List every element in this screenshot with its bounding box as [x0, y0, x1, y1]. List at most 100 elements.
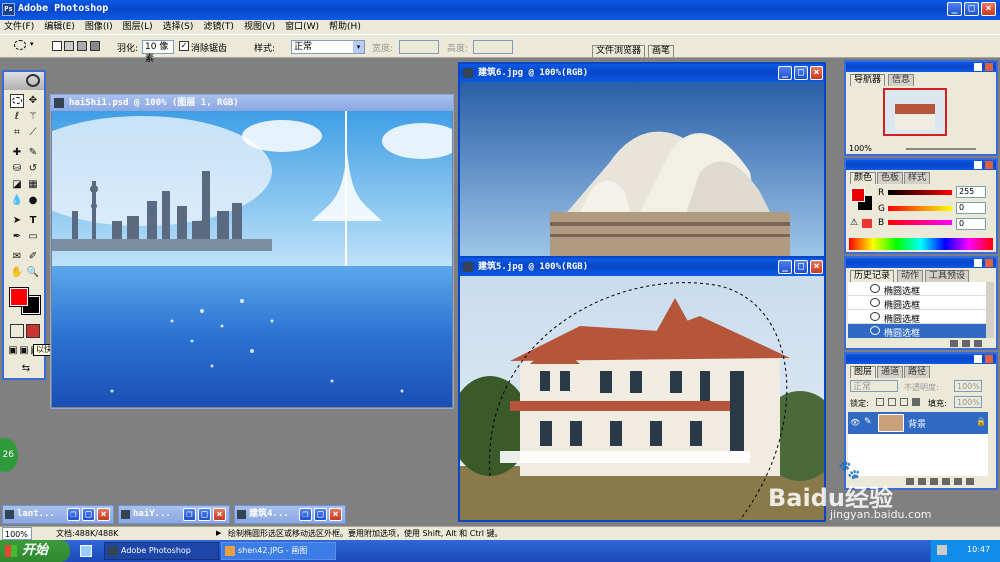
lock-move-icon[interactable] — [900, 398, 908, 406]
maximize-button[interactable]: □ — [964, 2, 979, 16]
standard-mode-icon[interactable] — [10, 324, 24, 338]
document-haishi-titlebar[interactable]: haiShi1.psd @ 100% (图层 1, RGB) — [51, 95, 453, 111]
document-jianzhu6-titlebar[interactable]: 建筑6.jpg @ 100%(RGB) _ □ × — [460, 64, 824, 82]
tab-paths[interactable]: 路径 — [904, 366, 931, 378]
antialias-checkbox[interactable]: ✓ — [179, 41, 189, 51]
menu-view[interactable]: 视图(V) — [244, 22, 275, 32]
maximize-button[interactable]: □ — [198, 508, 211, 521]
r-input[interactable]: 255 — [956, 186, 986, 198]
lasso-tool-icon[interactable]: ℓ — [10, 110, 24, 124]
document-jianzhu5-titlebar[interactable]: 建筑5.jpg @ 100%(RGB) _ □ × — [460, 258, 824, 276]
history-brush-icon[interactable]: ↺ — [26, 162, 40, 176]
shape-tool-icon[interactable]: ▭ — [26, 230, 40, 244]
slice-tool-icon[interactable]: ⟋ — [26, 126, 40, 140]
dodge-tool-icon[interactable]: ● — [26, 194, 40, 208]
navigator-zoom[interactable]: 100% — [849, 144, 872, 153]
restore-button[interactable]: ❐ — [67, 508, 80, 521]
minimized-doc-3[interactable]: 建筑4... ❐ □ × — [234, 505, 346, 524]
notes-tool-icon[interactable]: ✉ — [10, 250, 24, 264]
move-tool-icon[interactable]: ✥ — [26, 94, 40, 108]
tab-file-browser[interactable]: 文件浏览器 — [592, 45, 646, 57]
restore-button[interactable]: ❐ — [183, 508, 196, 521]
trash-icon[interactable] — [974, 340, 982, 347]
lock-all-icon[interactable] — [912, 398, 920, 406]
panel-close-icon[interactable] — [985, 259, 993, 267]
maximize-button[interactable]: □ — [82, 508, 95, 521]
menu-layer[interactable]: 图层(L) — [123, 22, 153, 32]
doc-close-button[interactable]: × — [810, 260, 823, 274]
gradient-tool-icon[interactable]: ▦ — [26, 178, 40, 192]
subtract-selection-icon[interactable] — [77, 41, 87, 51]
lock-paint-icon[interactable] — [888, 398, 896, 406]
ellipse-marquee-icon[interactable] — [14, 40, 26, 50]
document-haishi[interactable]: haiShi1.psd @ 100% (图层 1, RGB) — [50, 94, 454, 409]
menu-help[interactable]: 帮助(H) — [329, 22, 361, 32]
maximize-button[interactable]: □ — [314, 508, 327, 521]
ellipse-marquee-tool-icon[interactable] — [10, 94, 24, 108]
tab-swatches[interactable]: 色板 — [877, 172, 904, 184]
tab-info[interactable]: 信息 — [888, 74, 915, 86]
history-item[interactable]: 椭圆选框 — [848, 282, 986, 297]
eraser-tool-icon[interactable]: ◪ — [10, 178, 24, 192]
status-arrow-icon[interactable]: ▶ — [216, 527, 221, 540]
minimize-button[interactable]: _ — [947, 2, 962, 16]
lock-transparency-icon[interactable] — [876, 398, 884, 406]
tab-styles[interactable]: 样式 — [904, 172, 931, 184]
path-select-icon[interactable]: ➤ — [10, 214, 24, 228]
healing-brush-icon[interactable]: ✚ — [10, 146, 24, 160]
history-scrollbar[interactable] — [986, 282, 994, 338]
panel-minimize-icon[interactable] — [974, 63, 982, 71]
tab-color[interactable]: 颜色 — [850, 172, 877, 184]
eye-icon[interactable]: 👁 — [850, 418, 860, 427]
tray-network-icon[interactable] — [937, 545, 947, 555]
panel-minimize-icon[interactable] — [974, 161, 982, 169]
hand-tool-icon[interactable]: ✋ — [10, 266, 24, 280]
menu-image[interactable]: 图像(I) — [85, 22, 113, 32]
screen-mode-1-icon[interactable]: ▣ — [8, 344, 18, 358]
gamut-swatch[interactable] — [862, 219, 872, 228]
start-button[interactable]: 开始 — [0, 540, 70, 562]
tray-clock[interactable]: 10:47 — [967, 545, 990, 554]
doc-minimize-button[interactable]: _ — [778, 260, 792, 274]
history-item-selected[interactable]: 椭圆选框 — [848, 324, 986, 339]
style-select[interactable]: 正常 ▾ — [291, 40, 365, 54]
navigator-thumbnail[interactable] — [883, 88, 947, 136]
notification-badge[interactable]: 26 — [0, 438, 18, 472]
menu-select[interactable]: 选择(S) — [163, 22, 194, 32]
panel-minimize-icon[interactable] — [974, 259, 982, 267]
tab-actions[interactable]: 动作 — [897, 270, 924, 282]
restore-button[interactable]: ❐ — [299, 508, 312, 521]
jump-to-imageready-icon[interactable]: ⇆ — [16, 362, 36, 376]
tab-channels[interactable]: 通道 — [877, 366, 904, 378]
tab-tool-presets[interactable]: 工具预设 — [925, 270, 970, 282]
panel-close-icon[interactable] — [985, 355, 993, 363]
menu-edit[interactable]: 编辑(E) — [44, 22, 75, 32]
tab-navigator[interactable]: 导航器 — [850, 74, 886, 86]
menu-filter[interactable]: 滤镜(T) — [203, 22, 234, 32]
eyedropper-icon[interactable]: ✐ — [26, 250, 40, 264]
color-fg-swatch[interactable] — [851, 188, 865, 202]
r-slider[interactable] — [888, 190, 952, 195]
foreground-color-swatch[interactable] — [9, 287, 29, 307]
color-spectrum[interactable] — [849, 238, 993, 250]
g-slider[interactable] — [888, 206, 952, 211]
status-zoom[interactable]: 100% — [2, 527, 32, 540]
panel-minimize-icon[interactable] — [974, 355, 982, 363]
trash-icon[interactable] — [966, 478, 974, 485]
quick-mask-icon[interactable] — [26, 324, 40, 338]
navigator-zoom-slider[interactable] — [906, 148, 976, 150]
doc-maximize-button[interactable]: □ — [794, 66, 808, 80]
brush-tool-icon[interactable]: ✎ — [26, 146, 40, 160]
tab-history[interactable]: 历史记录 — [850, 270, 895, 282]
zoom-tool-icon[interactable]: 🔍 — [26, 266, 40, 280]
new-snapshot-icon[interactable] — [962, 340, 970, 347]
feather-input[interactable]: 10 像素 — [142, 40, 174, 64]
warning-icon[interactable]: ⚠ — [850, 218, 858, 228]
doc-minimize-button[interactable]: _ — [778, 66, 792, 80]
b-input[interactable]: 0 — [956, 218, 986, 230]
screen-mode-2-icon[interactable]: ▣ — [19, 344, 29, 358]
pen-tool-icon[interactable]: ✒ — [10, 230, 24, 244]
history-item[interactable]: 椭圆选框 — [848, 310, 986, 325]
close-button[interactable]: × — [329, 508, 342, 521]
blur-tool-icon[interactable]: 💧 — [10, 194, 24, 208]
